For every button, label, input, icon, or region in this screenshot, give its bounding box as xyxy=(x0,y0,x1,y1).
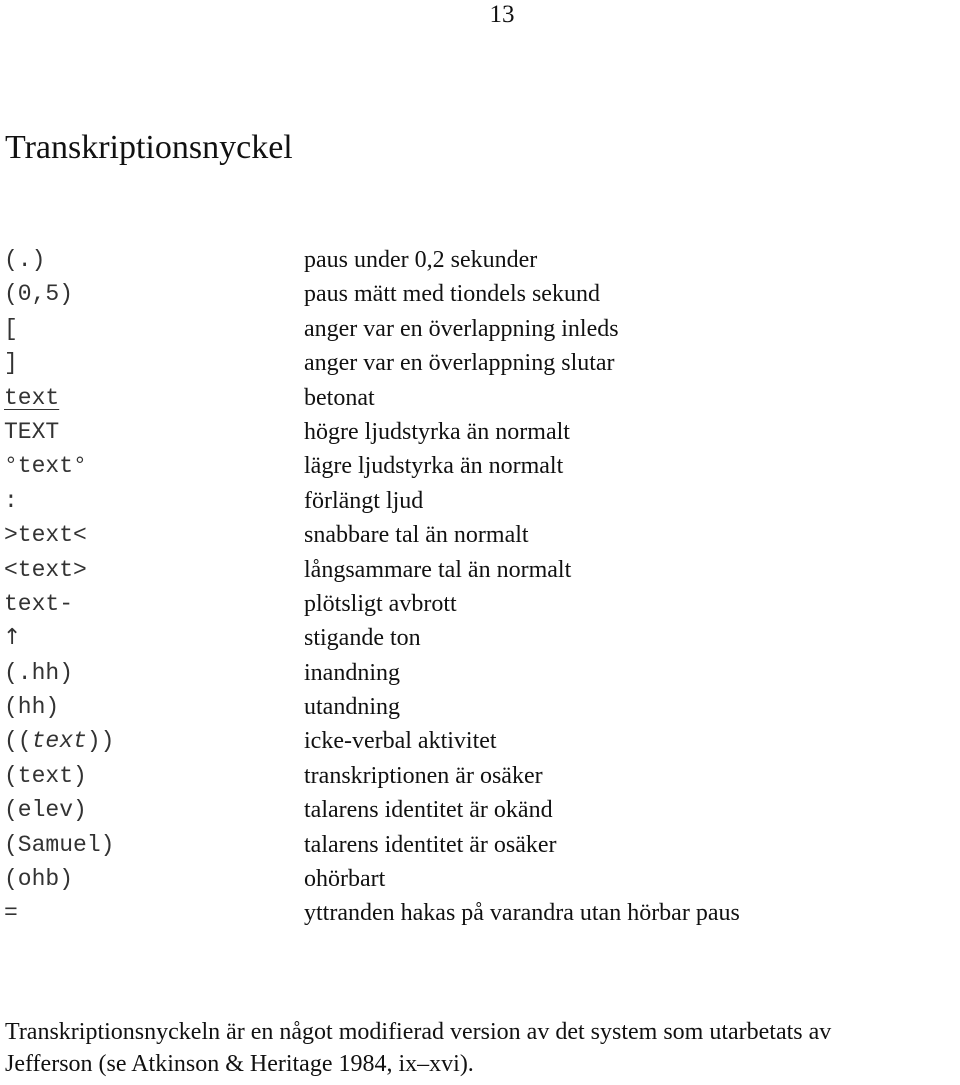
key-symbol: (ohb) xyxy=(4,866,74,893)
key-row-overlap-start: [ anger var en överlappning inleds xyxy=(0,312,960,346)
footer-note: Transkriptionsnyckeln är en något modifi… xyxy=(5,1016,960,1080)
key-symbol: (hh) xyxy=(4,694,60,721)
key-meaning: betonat xyxy=(304,384,375,411)
key-row-short-pause: (.) paus under 0,2 sekunder xyxy=(0,243,960,277)
key-symbol: (0,5) xyxy=(4,281,74,308)
key-symbol: (.) xyxy=(4,247,46,273)
page-title: Transkriptionsnyckel xyxy=(5,129,293,166)
key-meaning: plötsligt avbrott xyxy=(304,590,457,617)
key-row-timed-pause: (0,5) paus mätt med tiondels sekund xyxy=(0,277,960,311)
key-meaning: ohörbart xyxy=(304,866,386,893)
key-symbol: = xyxy=(4,900,18,927)
key-symbol: (.hh) xyxy=(4,659,74,686)
footer-line-1: Transkriptionsnyckeln är en något modifi… xyxy=(5,1019,832,1045)
key-row-prolonged: : förlängt ljud xyxy=(0,484,960,518)
key-meaning: anger var en överlappning inleds xyxy=(304,315,619,342)
key-symbol: ((text)) xyxy=(4,726,114,756)
key-row-faster: >text< snabbare tal än normalt xyxy=(0,518,960,552)
key-symbol: (Samuel) xyxy=(4,831,115,858)
key-meaning: yttranden hakas på varandra utan hörbar … xyxy=(304,900,740,927)
key-row-louder: TEXT högre ljudstyrka än normalt xyxy=(0,415,960,449)
key-row-quieter: °text° lägre ljudstyrka än normalt xyxy=(0,449,960,483)
key-row-inaudible: (ohb) ohörbart xyxy=(0,862,960,896)
key-meaning: inandning xyxy=(304,659,400,686)
key-meaning: utandning xyxy=(304,694,400,721)
key-meaning: lägre ljudstyrka än normalt xyxy=(304,453,564,480)
key-row-nonverbal: ((text)) icke-verbal aktivitet xyxy=(0,724,960,758)
key-symbol: text- xyxy=(4,590,74,617)
key-symbol: °text° xyxy=(4,453,87,480)
key-symbol: TEXT xyxy=(4,418,60,445)
key-symbol: <text> xyxy=(4,556,87,583)
transcription-key-table: (.) paus under 0,2 sekunder (0,5) paus m… xyxy=(0,243,960,931)
key-symbol-suffix: )) xyxy=(86,728,115,755)
footer-line-2: Jefferson (se Atkinson & Heritage 1984, … xyxy=(5,1051,474,1077)
key-meaning: stigande ton xyxy=(304,625,421,652)
key-symbol-prefix: (( xyxy=(4,728,32,755)
key-row-latching: = yttranden hakas på varandra utan hörba… xyxy=(0,896,960,930)
key-meaning: paus mätt med tiondels sekund xyxy=(304,281,600,308)
key-meaning: transkriptionen är osäker xyxy=(304,762,543,789)
page-number: 13 xyxy=(489,1,515,28)
key-symbol: ] xyxy=(4,350,18,377)
key-row-outbreath: (hh) utandning xyxy=(0,690,960,724)
key-symbol: [ xyxy=(4,315,18,342)
key-row-unknown-speaker: (elev) talarens identitet är okänd xyxy=(0,793,960,827)
key-symbol: >text< xyxy=(4,522,87,549)
key-symbol-underlined: text xyxy=(4,384,60,411)
key-row-stressed: text betonat xyxy=(0,381,960,415)
key-meaning: högre ljudstyrka än normalt xyxy=(304,418,570,445)
key-row-overlap-end: ] anger var en överlappning slutar xyxy=(0,346,960,380)
up-arrow-icon: ↑ xyxy=(3,625,22,651)
key-meaning: snabbare tal än normalt xyxy=(304,522,529,549)
key-meaning: talarens identitet är osäker xyxy=(304,831,557,858)
key-row-cut-off: text- plötsligt avbrott xyxy=(0,587,960,621)
key-meaning: förlängt ljud xyxy=(304,487,424,514)
key-meaning: långsammare tal än normalt xyxy=(304,556,572,583)
key-symbol: : xyxy=(4,487,18,514)
key-row-rising-tone: ↑ stigande ton xyxy=(0,621,960,655)
key-symbol: (elev) xyxy=(4,797,87,824)
key-row-uncertain-speaker: (Samuel) talarens identitet är osäker xyxy=(0,828,960,862)
key-meaning: paus under 0,2 sekunder xyxy=(304,247,538,273)
key-row-slower: <text> långsammare tal än normalt xyxy=(0,553,960,587)
key-meaning: anger var en överlappning slutar xyxy=(304,350,615,377)
key-meaning: icke-verbal aktivitet xyxy=(304,728,497,755)
key-row-uncertain-transcription: (text) transkriptionen är osäker xyxy=(0,759,960,793)
key-symbol-italic: text xyxy=(31,728,87,755)
key-row-inbreath: (.hh) inandning xyxy=(0,656,960,690)
key-meaning: talarens identitet är okänd xyxy=(304,797,553,824)
key-symbol: (text) xyxy=(4,762,87,789)
